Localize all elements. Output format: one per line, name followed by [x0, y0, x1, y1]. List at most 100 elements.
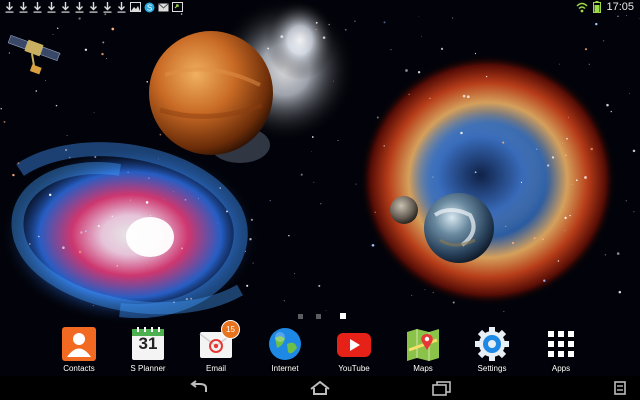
app-email[interactable]: 15 Email: [182, 320, 250, 373]
star: [383, 145, 385, 147]
star: [300, 173, 303, 176]
star: [180, 247, 184, 250]
star: [557, 260, 560, 262]
star: [485, 75, 488, 78]
star: [551, 156, 555, 159]
app-internet[interactable]: Internet: [251, 322, 319, 373]
email-icon: 15: [198, 320, 240, 362]
star: [511, 241, 515, 245]
app-s-planner[interactable]: 31 S Planner: [114, 322, 182, 373]
star: [59, 53, 61, 55]
star: [320, 203, 322, 205]
star: [567, 116, 570, 118]
star: [315, 28, 317, 31]
star: [35, 90, 38, 92]
star: [249, 238, 252, 241]
star: [158, 158, 160, 160]
star: [606, 103, 609, 107]
star: [535, 148, 538, 150]
star: [355, 183, 357, 185]
star: [625, 200, 627, 202]
image-icon: [130, 1, 141, 13]
star: [185, 297, 189, 301]
star: [66, 134, 68, 137]
page-dot[interactable]: [298, 314, 303, 319]
star: [322, 36, 326, 39]
star: [610, 110, 613, 113]
star: [246, 284, 249, 287]
star: [616, 252, 620, 255]
star: [584, 176, 587, 179]
app-label: Email: [205, 364, 226, 373]
star: [405, 69, 408, 72]
star: [313, 181, 315, 183]
app-settings[interactable]: Settings: [458, 322, 526, 373]
app-label: Settings: [477, 364, 507, 373]
svg-text:S: S: [147, 3, 152, 12]
star: [97, 225, 100, 228]
star: [55, 104, 58, 107]
star: [111, 27, 115, 31]
gear-icon: [474, 326, 510, 362]
app-youtube[interactable]: YouTube: [320, 322, 388, 373]
home-icon: [310, 380, 330, 395]
star: [84, 230, 87, 233]
star: [565, 154, 567, 156]
star: [12, 173, 15, 177]
download-icon: [88, 1, 99, 13]
star: [328, 23, 330, 26]
star: [311, 136, 314, 138]
home-button[interactable]: [306, 380, 334, 396]
recent-apps-button[interactable]: [428, 380, 456, 396]
app-drawer[interactable]: Apps: [527, 322, 595, 373]
star: [440, 47, 444, 51]
system-status: 17:05: [576, 0, 634, 14]
menu-button[interactable]: [606, 380, 634, 396]
star: [17, 162, 20, 164]
star: [0, 108, 2, 110]
star: [127, 171, 129, 173]
clock: 17:05: [606, 1, 634, 13]
star: [432, 292, 434, 294]
star: [318, 284, 321, 287]
star: [105, 58, 107, 59]
star: [52, 34, 54, 35]
notification-icons: S: [4, 1, 183, 13]
back-button[interactable]: [186, 380, 214, 396]
star: [219, 187, 221, 189]
star: [411, 295, 413, 297]
download-icon: [74, 1, 85, 13]
app-label: Maps: [413, 364, 433, 373]
star: [633, 211, 635, 213]
page-dot-active[interactable]: [340, 313, 346, 319]
page-dot[interactable]: [316, 314, 321, 319]
star: [547, 164, 550, 167]
star: [111, 215, 113, 217]
star: [217, 222, 219, 224]
star: [474, 52, 477, 55]
grid-icon: [543, 326, 579, 362]
star: [590, 147, 593, 151]
navigation-bar: [0, 376, 640, 400]
star: [424, 289, 426, 291]
star: [78, 17, 81, 20]
app-contacts[interactable]: Contacts: [45, 322, 113, 373]
star: [564, 230, 566, 231]
star: [474, 171, 477, 174]
skype-icon: S: [144, 1, 155, 13]
app-maps[interactable]: Maps: [389, 322, 457, 373]
maps-icon: [405, 326, 441, 362]
star: [226, 210, 228, 213]
email-icon: [158, 1, 169, 13]
star: [84, 48, 88, 52]
star: [543, 279, 546, 282]
star: [88, 238, 91, 241]
star: [93, 112, 95, 114]
star: [562, 142, 563, 144]
star: [315, 21, 318, 24]
star: [148, 235, 150, 237]
star: [56, 27, 59, 30]
download-icon: [102, 1, 113, 13]
star: [146, 81, 148, 83]
star: [244, 250, 246, 252]
